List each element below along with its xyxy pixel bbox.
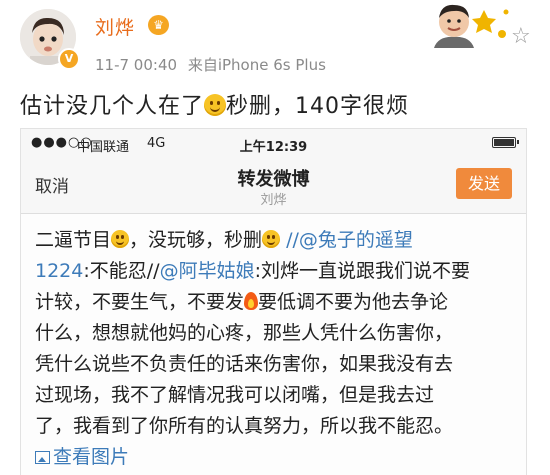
mention-link[interactable]: @阿毕姑娘	[160, 260, 255, 282]
view-pictures-label: 查看图片	[53, 446, 130, 468]
repost-line-5: 凭什么说些不负责任的话来伤害你，如果我没有去	[35, 353, 454, 375]
post-text: 估计没几个人在了 秒删，140字很烦	[20, 88, 409, 120]
smile-emoji-icon	[204, 94, 227, 116]
compose-navbar: 取消 转发微博 刘烨 发送	[21, 157, 526, 214]
post-source[interactable]: 来自iPhone 6s Plus	[188, 56, 326, 74]
repost-text-d: :刘烨一直说跟我们说不要	[254, 260, 470, 282]
crown-icon: ♛	[148, 15, 169, 35]
post-meta: 11-7 00:40 来自iPhone 6s Plus	[95, 54, 332, 75]
repost-text-a: 二逼节目	[35, 229, 112, 251]
post-text-part1: 估计没几个人在了	[20, 94, 205, 119]
picture-icon	[35, 451, 50, 464]
repost-line-2: 1224:不能忍//@阿毕姑娘:刘烨一直说跟我们说不要	[35, 256, 517, 287]
verified-badge-icon: V	[58, 48, 80, 70]
post-timestamp: 11-7 00:40	[95, 56, 178, 74]
repost-text-e: 计较，不要生气，不要发	[35, 291, 245, 313]
repost-line-1: 二逼节目 ，没玩够，秒删 //@兔子的遥望	[35, 225, 517, 256]
repost-text-f: 要低调不要为他去争论	[258, 291, 449, 313]
post-username[interactable]: 刘烨	[95, 13, 135, 40]
status-time: 上午12:39	[239, 140, 308, 155]
star-icon[interactable]: ☆	[511, 24, 531, 49]
post-text-part2: 秒删，140字很烦	[226, 94, 410, 119]
repost-screenshot[interactable]: ●●●○○ 中国联通 4G 上午12:39 取消 转发微博 刘烨 发送 二逼节目…	[20, 128, 527, 475]
compose-subtitle: 刘烨	[260, 193, 287, 208]
battery-icon	[492, 137, 519, 148]
view-pictures-link[interactable]: 查看图片	[35, 442, 517, 473]
smile-emoji-icon	[262, 230, 281, 248]
decoration-card-icon	[434, 4, 509, 48]
send-button[interactable]: 发送	[456, 168, 512, 199]
mention-link[interactable]: //@兔子的遥望	[286, 229, 413, 251]
repost-text-c: :不能忍//	[83, 260, 160, 282]
repost-line-4: 什么，想想就他妈的心疼，那些人凭什么伤害你，	[35, 322, 454, 344]
smile-emoji-icon	[111, 230, 130, 248]
repost-line-6: 过现场，我不了解情况我可以闭嘴，但是我去过	[35, 384, 435, 406]
compose-title: 转发微博	[237, 169, 310, 190]
repost-line-7: 了，我看到了你所有的认真努力，所以我不能忍。	[35, 415, 454, 437]
repost-line-3: 计较，不要生气，不要发 要低调不要为他去争论	[35, 287, 517, 318]
fire-emoji-icon	[244, 292, 259, 310]
status-bar: ●●●○○ 中国联通 4G 上午12:39	[21, 129, 526, 157]
repost-text-area[interactable]: 二逼节目 ，没玩够，秒删 //@兔子的遥望 1224:不能忍//@阿毕姑娘:刘烨一…	[35, 225, 517, 473]
mention-link[interactable]: 1224	[35, 260, 83, 282]
repost-text-b: ，没玩够，秒删	[129, 229, 263, 251]
